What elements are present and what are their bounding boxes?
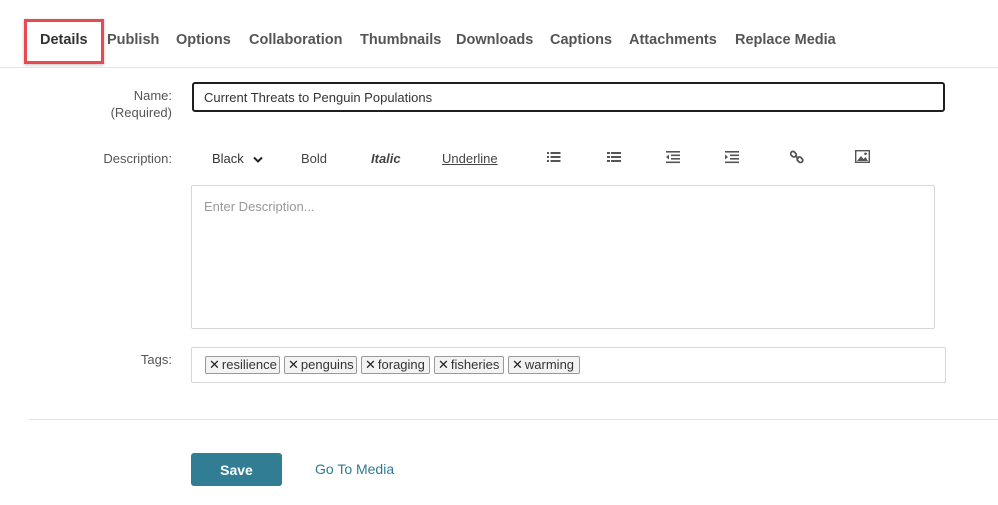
tag-chip: ✕ foraging (361, 356, 430, 374)
chevron-down-icon (253, 151, 264, 168)
tab-publish[interactable]: Publish (107, 32, 159, 48)
tag-chip: ✕ warming (508, 356, 580, 374)
close-icon[interactable]: ✕ (365, 357, 376, 373)
tab-replace-media[interactable]: Replace Media (735, 32, 836, 48)
unordered-list-icon[interactable] (547, 150, 563, 166)
description-textarea[interactable] (191, 185, 935, 329)
tags-input[interactable]: ✕ resilience ✕ penguins ✕ foraging ✕ fis… (191, 347, 946, 383)
tag-label: foraging (377, 357, 425, 372)
indent-icon[interactable] (725, 150, 741, 166)
tab-collaboration[interactable]: Collaboration (249, 32, 342, 48)
tab-captions[interactable]: Captions (550, 32, 612, 48)
go-to-media-link[interactable]: Go To Media (315, 461, 394, 477)
tags-label: Tags: (140, 352, 172, 367)
tag-label: penguins (300, 357, 354, 372)
outdent-icon[interactable] (666, 150, 682, 166)
tag-chip: ✕ penguins (284, 356, 357, 374)
tab-options[interactable]: Options (176, 32, 231, 48)
font-color-select[interactable]: Black (212, 150, 264, 168)
close-icon[interactable]: ✕ (438, 357, 449, 373)
underline-button[interactable]: Underline (442, 150, 498, 167)
tag-label: warming (524, 357, 575, 372)
tag-chip: ✕ fisheries (434, 356, 504, 374)
name-required-text: (Required) (110, 105, 172, 120)
close-icon[interactable]: ✕ (209, 357, 220, 373)
font-color-value: Black (212, 151, 244, 166)
link-icon[interactable] (790, 150, 806, 166)
bold-button[interactable]: Bold (301, 150, 327, 167)
tab-bar: Details Publish Options Collaboration Th… (0, 0, 998, 68)
tab-details[interactable]: Details (40, 32, 88, 48)
description-label: Description: (103, 151, 172, 166)
tag-chip: ✕ resilience (205, 356, 280, 374)
save-button[interactable]: Save (191, 453, 282, 486)
divider (29, 419, 998, 420)
tag-label: resilience (221, 357, 277, 372)
tab-thumbnails[interactable]: Thumbnails (360, 32, 441, 48)
italic-button[interactable]: Italic (371, 150, 401, 167)
tab-downloads[interactable]: Downloads (456, 32, 533, 48)
name-input[interactable] (192, 82, 945, 112)
ordered-list-icon[interactable] (607, 150, 623, 166)
tab-attachments[interactable]: Attachments (629, 32, 717, 48)
image-icon[interactable] (855, 150, 871, 166)
close-icon[interactable]: ✕ (512, 357, 523, 373)
name-label-text: Name: (133, 88, 172, 103)
tag-label: fisheries (450, 357, 500, 372)
name-label: Name: (Required) (111, 87, 172, 121)
close-icon[interactable]: ✕ (288, 357, 299, 373)
